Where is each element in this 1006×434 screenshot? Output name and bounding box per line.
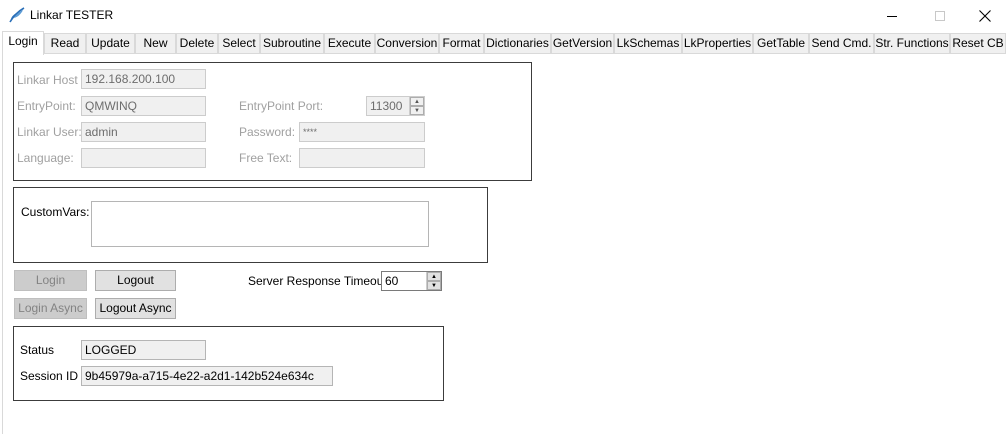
tab-execute[interactable]: Execute — [324, 33, 375, 54]
spin-up-icon[interactable]: ▲ — [427, 272, 441, 281]
status-label: Status — [20, 343, 55, 357]
spin-up-icon[interactable]: ▲ — [410, 97, 424, 106]
tab-lkschemas[interactable]: LkSchemas — [614, 33, 682, 54]
entrypoint-port-spinner[interactable]: 11300 ▲ ▼ — [366, 96, 425, 116]
customvars-label: CustomVars: — [21, 205, 90, 219]
tab-format[interactable]: Format — [439, 33, 484, 54]
entrypoint-field[interactable]: QMWINQ — [81, 96, 206, 116]
close-button[interactable] — [962, 0, 1006, 31]
customvars-textarea[interactable] — [91, 201, 429, 247]
status-field[interactable]: LOGGED — [81, 340, 206, 360]
password-label: Password: — [239, 125, 296, 139]
tab-read[interactable]: Read — [44, 33, 86, 54]
linkar-host-field[interactable]: 192.168.200.100 — [81, 69, 206, 89]
port-spinner-arrows: ▲ ▼ — [409, 97, 424, 115]
spin-down-icon[interactable]: ▼ — [410, 106, 424, 115]
timeout-spinner-arrows: ▲ ▼ — [426, 272, 441, 290]
entrypoint-port-label: EntryPoint Port: — [239, 99, 324, 113]
close-icon — [979, 9, 991, 22]
tab-update[interactable]: Update — [86, 33, 135, 54]
minimize-button[interactable] — [869, 0, 915, 31]
tab-dictionaries[interactable]: Dictionaries — [484, 33, 551, 54]
free-text-field[interactable] — [299, 148, 425, 168]
session-id-field[interactable]: 9b45979a-a715-4e22-a2d1-142b524e634c — [81, 366, 333, 386]
tab-select[interactable]: Select — [218, 33, 260, 54]
logout-async-button[interactable]: Logout Async — [95, 298, 176, 319]
minimize-icon — [887, 15, 897, 17]
maximize-button[interactable] — [917, 0, 963, 31]
status-group — [13, 326, 444, 401]
feather-icon — [9, 7, 25, 23]
tab-lkproperties[interactable]: LkProperties — [682, 33, 753, 54]
tab-reset-cb[interactable]: Reset CB — [950, 33, 1006, 54]
window-title: Linkar TESTER — [30, 8, 114, 22]
tab-login[interactable]: Login — [2, 31, 44, 55]
linkar-user-field[interactable]: admin — [81, 122, 206, 142]
linkar-host-label: Linkar Host — [17, 73, 78, 87]
maximize-icon — [935, 10, 945, 21]
logout-button[interactable]: Logout — [95, 270, 176, 291]
tab-strip: Login Read Update New Delete Select Subr… — [0, 31, 1006, 55]
tab-conversion[interactable]: Conversion — [375, 33, 439, 54]
entrypoint-label: EntryPoint: — [17, 99, 76, 113]
session-id-label: Session ID — [20, 369, 79, 383]
language-field[interactable] — [81, 148, 206, 168]
spin-down-icon[interactable]: ▼ — [427, 281, 441, 290]
linkar-user-label: Linkar User: — [17, 125, 82, 139]
free-text-label: Free Text: — [239, 151, 293, 165]
tab-gettable[interactable]: GetTable — [753, 33, 809, 54]
password-field[interactable]: **** — [299, 122, 425, 142]
tab-getversion[interactable]: GetVersion — [551, 33, 614, 54]
server-timeout-label: Server Response Timeout — [248, 274, 387, 288]
language-label: Language: — [17, 151, 74, 165]
login-button[interactable]: Login — [14, 270, 87, 291]
title-bar: Linkar TESTER — [0, 0, 1006, 31]
tab-subroutine[interactable]: Subroutine — [260, 33, 324, 54]
tab-delete[interactable]: Delete — [176, 33, 218, 54]
server-timeout-spinner[interactable]: 60 ▲ ▼ — [381, 271, 442, 291]
tab-str-functions[interactable]: Str. Functions — [874, 33, 950, 54]
tab-send-cmd[interactable]: Send Cmd. — [809, 33, 874, 54]
tab-new[interactable]: New — [135, 33, 176, 54]
login-async-button[interactable]: Login Async — [14, 298, 87, 319]
